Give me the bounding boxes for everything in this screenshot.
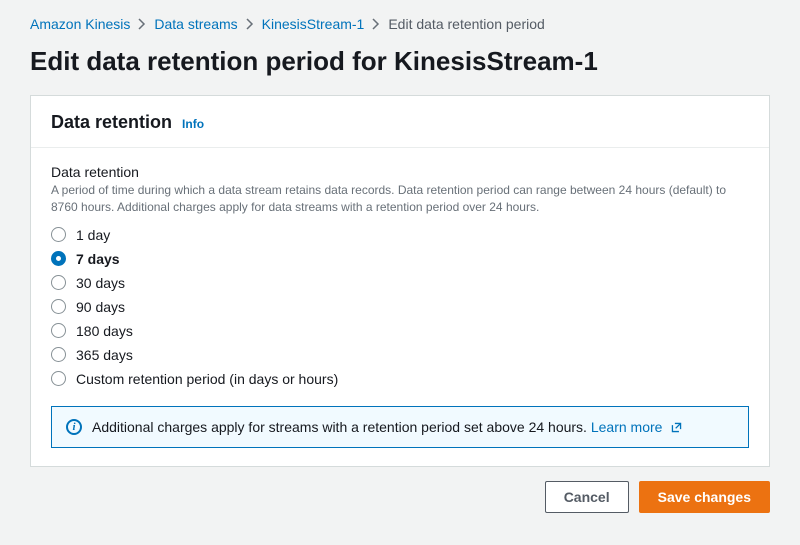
learn-more-link[interactable]: Learn more <box>591 419 683 435</box>
retention-option[interactable]: 365 days <box>51 346 749 364</box>
retention-option[interactable]: Custom retention period (in days or hour… <box>51 370 749 388</box>
radio-label: 180 days <box>76 323 133 339</box>
breadcrumb: Amazon Kinesis Data streams KinesisStrea… <box>30 10 770 36</box>
retention-option[interactable]: 90 days <box>51 298 749 316</box>
radio-label: Custom retention period (in days or hour… <box>76 371 338 387</box>
radio-label: 90 days <box>76 299 125 315</box>
radio-icon <box>51 227 66 242</box>
external-link-icon <box>670 421 683 434</box>
radio-icon <box>51 275 66 290</box>
info-icon: i <box>66 419 82 435</box>
page-title: Edit data retention period for KinesisSt… <box>30 46 770 77</box>
retention-option[interactable]: 30 days <box>51 274 749 292</box>
retention-option[interactable]: 180 days <box>51 322 749 340</box>
breadcrumb-link-stream[interactable]: KinesisStream-1 <box>262 16 365 32</box>
chevron-right-icon <box>138 18 146 30</box>
info-link[interactable]: Info <box>182 117 204 131</box>
radio-icon <box>51 323 66 338</box>
breadcrumb-current: Edit data retention period <box>388 16 544 32</box>
alert-text: Additional charges apply for streams wit… <box>92 419 683 435</box>
panel-title: Data retention <box>51 112 172 133</box>
radio-label: 30 days <box>76 275 125 291</box>
breadcrumb-link-data-streams[interactable]: Data streams <box>154 16 237 32</box>
save-changes-button[interactable]: Save changes <box>639 481 770 513</box>
radio-icon <box>51 251 66 266</box>
data-retention-panel: Data retention Info Data retention A per… <box>30 95 770 467</box>
chevron-right-icon <box>372 18 380 30</box>
radio-label: 7 days <box>76 251 120 267</box>
form-actions: Cancel Save changes <box>30 481 770 513</box>
retention-option[interactable]: 1 day <box>51 226 749 244</box>
chevron-right-icon <box>246 18 254 30</box>
breadcrumb-link-kinesis[interactable]: Amazon Kinesis <box>30 16 130 32</box>
field-label: Data retention <box>51 164 749 180</box>
radio-icon <box>51 299 66 314</box>
radio-icon <box>51 347 66 362</box>
radio-icon <box>51 371 66 386</box>
retention-option[interactable]: 7 days <box>51 250 749 268</box>
field-help-text: A period of time during which a data str… <box>51 182 749 216</box>
radio-label: 1 day <box>76 227 110 243</box>
cancel-button[interactable]: Cancel <box>545 481 629 513</box>
radio-label: 365 days <box>76 347 133 363</box>
info-alert: i Additional charges apply for streams w… <box>51 406 749 448</box>
retention-radio-group: 1 day 7 days 30 days 90 days 180 days 365 day… <box>51 226 749 388</box>
